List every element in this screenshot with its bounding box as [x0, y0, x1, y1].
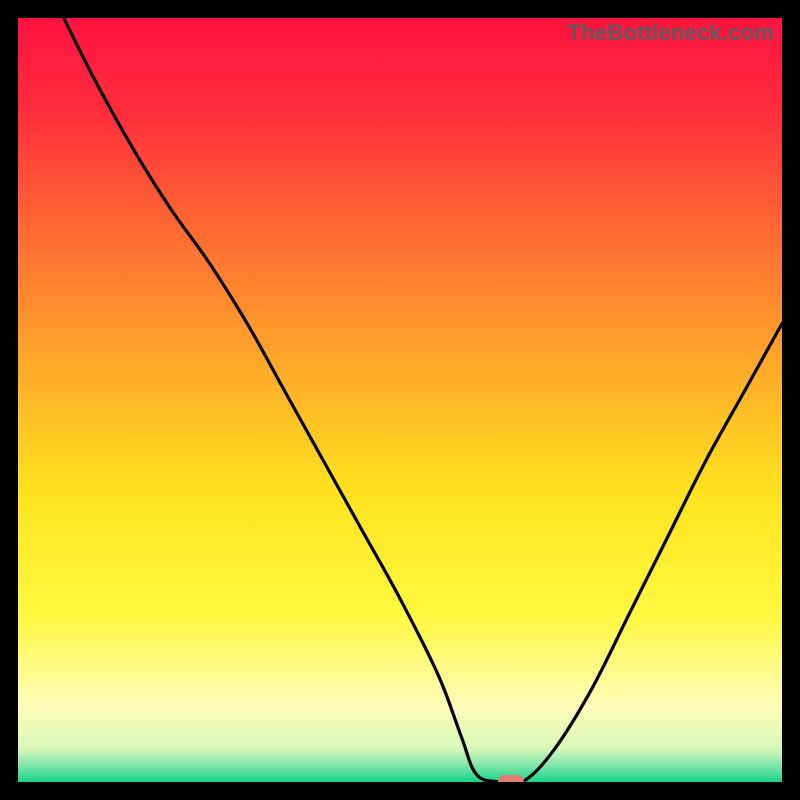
watermark-text: TheBottleneck.com [568, 20, 774, 46]
bottleneck-curve [18, 18, 782, 782]
chart-frame: TheBottleneck.com [0, 0, 800, 800]
plot-area: TheBottleneck.com [18, 18, 782, 782]
optimal-marker [498, 775, 524, 782]
